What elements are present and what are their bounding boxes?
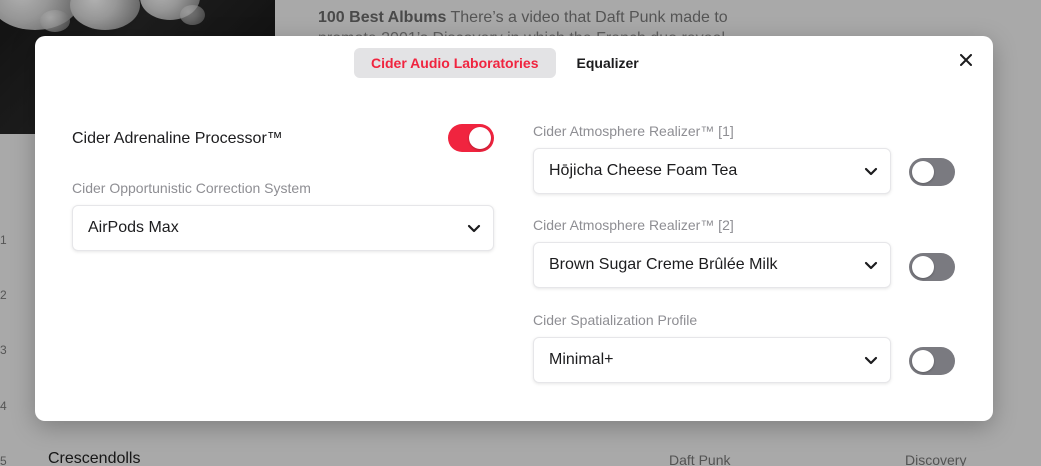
- tab-equalizer[interactable]: Equalizer: [566, 48, 650, 78]
- atmosphere-realizer-2-toggle[interactable]: [909, 253, 955, 281]
- audio-lab-modal: Cider Audio Laboratories Equalizer Cider…: [35, 36, 993, 421]
- spatialization-profile-toggle[interactable]: [909, 347, 955, 375]
- adrenaline-processor-label: Cider Adrenaline Processor™: [72, 130, 283, 147]
- toggle-knob: [469, 127, 491, 149]
- chevron-down-icon: [864, 356, 878, 364]
- atmosphere-realizer-2-select[interactable]: Brown Sugar Creme Brûlée Milk: [533, 242, 891, 288]
- spatialization-profile-select[interactable]: Minimal+: [533, 337, 891, 383]
- chevron-down-icon: [864, 167, 878, 175]
- correction-system-label: Cider Opportunistic Correction System: [72, 180, 311, 196]
- toggle-knob: [912, 256, 934, 278]
- modal-tabs: Cider Audio Laboratories Equalizer: [354, 48, 650, 78]
- atmosphere-realizer-2-label: Cider Atmosphere Realizer™ [2]: [533, 217, 734, 233]
- correction-system-value: AirPods Max: [88, 219, 179, 236]
- atmosphere-realizer-2-value: Brown Sugar Creme Brûlée Milk: [549, 256, 778, 273]
- chevron-down-icon: [467, 224, 481, 232]
- tab-cider-audio-laboratories[interactable]: Cider Audio Laboratories: [354, 48, 556, 78]
- adrenaline-processor-toggle[interactable]: [448, 124, 494, 152]
- atmosphere-realizer-1-select[interactable]: Hōjicha Cheese Foam Tea: [533, 148, 891, 194]
- chevron-down-icon: [864, 261, 878, 269]
- close-button[interactable]: [956, 50, 976, 70]
- spatialization-profile-value: Minimal+: [549, 351, 614, 368]
- toggle-knob: [912, 161, 934, 183]
- close-icon: [960, 54, 972, 66]
- correction-system-select[interactable]: AirPods Max: [72, 205, 494, 251]
- atmosphere-realizer-1-label: Cider Atmosphere Realizer™ [1]: [533, 123, 734, 139]
- toggle-knob: [912, 350, 934, 372]
- spatialization-profile-label: Cider Spatialization Profile: [533, 312, 698, 328]
- atmosphere-realizer-1-value: Hōjicha Cheese Foam Tea: [549, 162, 738, 179]
- atmosphere-realizer-1-toggle[interactable]: [909, 158, 955, 186]
